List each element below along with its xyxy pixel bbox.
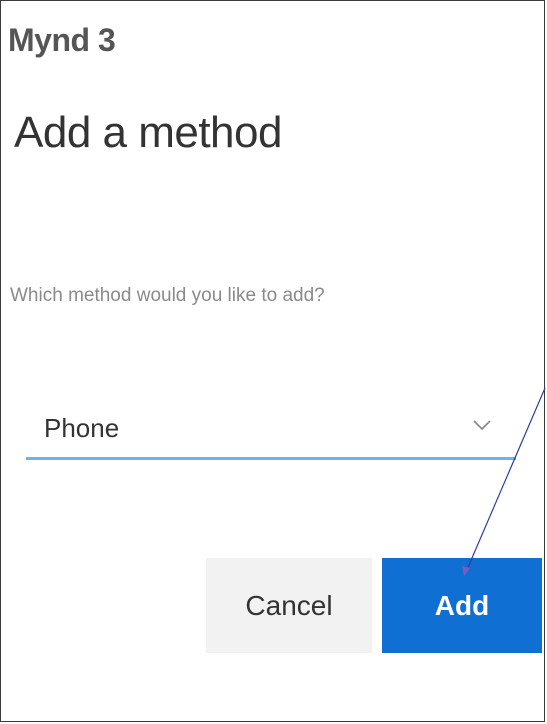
method-select[interactable]: Phone (26, 395, 516, 460)
method-question-label: Which method would you like to add? (10, 285, 325, 306)
chevron-down-icon (473, 420, 491, 431)
figure-label: Mynd 3 (8, 22, 116, 58)
cancel-button[interactable]: Cancel (206, 558, 372, 653)
method-select-value: Phone (44, 413, 120, 443)
dialog-title: Add a method (14, 108, 282, 157)
add-button[interactable]: Add (382, 558, 542, 653)
